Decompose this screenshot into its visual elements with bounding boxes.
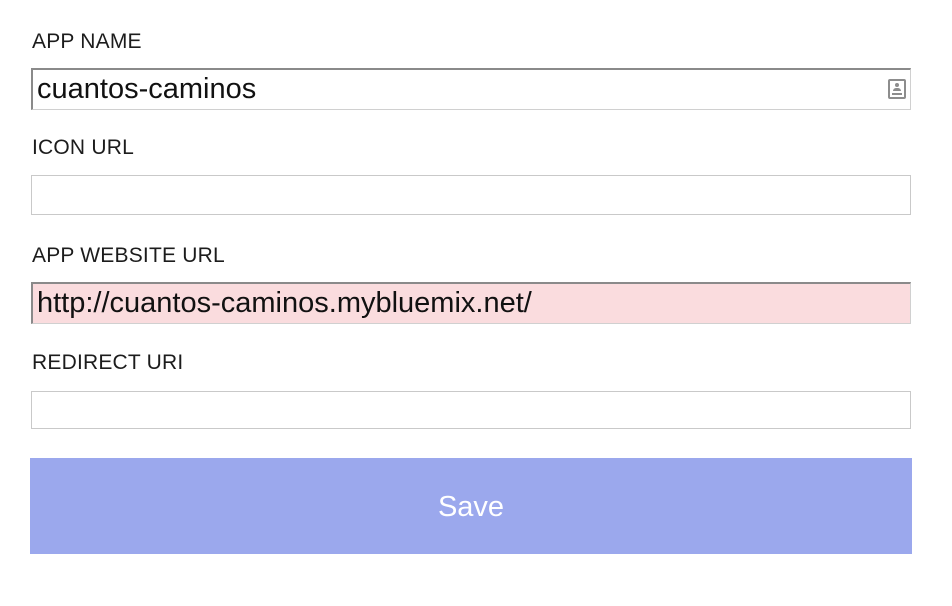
app-website-url-label: APP WEBSITE URL: [32, 244, 225, 267]
icon-url-label: ICON URL: [32, 136, 134, 159]
app-website-url-field[interactable]: http://cuantos-caminos.mybluemix.net/: [31, 282, 911, 324]
app-name-label: APP NAME: [32, 30, 142, 53]
app-name-field[interactable]: cuantos-caminos: [31, 68, 911, 110]
redirect-uri-label: REDIRECT URI: [32, 351, 184, 374]
redirect-uri-field[interactable]: [31, 391, 911, 429]
app-name-value: cuantos-caminos: [37, 73, 257, 105]
save-button[interactable]: Save: [30, 458, 912, 554]
icon-url-field[interactable]: [31, 175, 911, 215]
contact-card-icon[interactable]: [888, 79, 906, 99]
app-website-url-value: http://cuantos-caminos.mybluemix.net/: [37, 287, 532, 319]
